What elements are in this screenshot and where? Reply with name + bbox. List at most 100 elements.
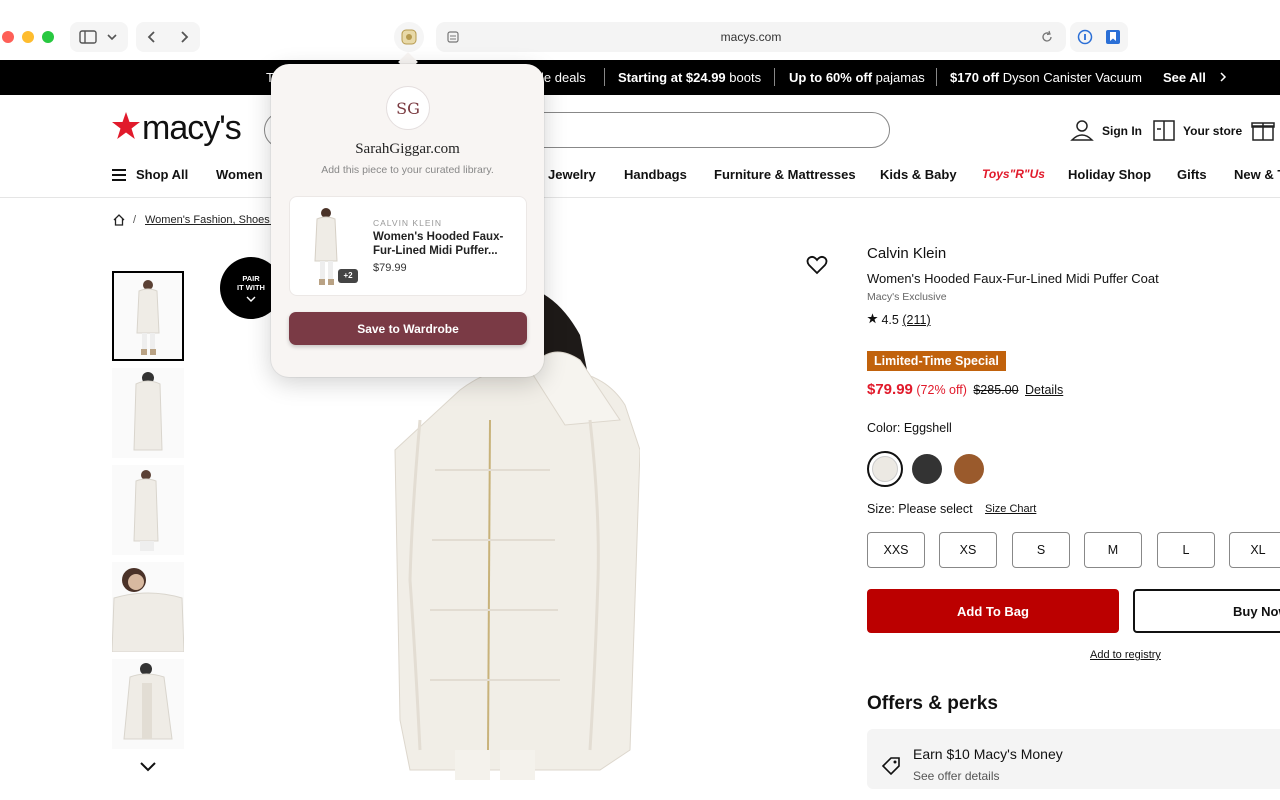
product-thumbnail[interactable]: [112, 659, 184, 749]
promo-boots[interactable]: Starting at $24.99 boots: [618, 70, 761, 85]
size-chart-link[interactable]: Size Chart: [985, 503, 1036, 515]
original-price: $285.00: [973, 383, 1019, 397]
divider: [774, 68, 775, 86]
nav-toysrus-logo[interactable]: Toys"R"Us: [982, 167, 1045, 181]
coat-thumbnail-image: [112, 659, 184, 749]
divider: [604, 68, 605, 86]
swatch-brown[interactable]: [954, 454, 984, 484]
product-rating[interactable]: 4.5 (211): [867, 313, 931, 327]
size-l-button[interactable]: L: [1157, 532, 1215, 568]
preview-product-name: Women's Hooded Faux-Fur-Lined Midi Puffe…: [373, 231, 504, 257]
size-label: Size: Please select: [867, 502, 973, 516]
close-window-button[interactable]: [2, 31, 14, 43]
promo-pajamas[interactable]: Up to 60% off pajamas: [789, 70, 925, 85]
macys-star-icon[interactable]: [111, 111, 141, 141]
review-count-link[interactable]: (211): [902, 313, 930, 327]
store-icon[interactable]: [1152, 118, 1176, 142]
coat-thumbnail-image: [112, 368, 184, 458]
forward-arrow-icon[interactable]: [177, 30, 191, 44]
size-m-button[interactable]: M: [1084, 532, 1142, 568]
back-arrow-icon[interactable]: [145, 30, 159, 44]
heart-icon[interactable]: [806, 255, 828, 275]
preview-brand: CALVIN KLEIN: [373, 218, 443, 228]
breadcrumb-separator: /: [133, 214, 137, 226]
price-row: $79.99 (72% off) $285.00 Details: [867, 381, 1063, 398]
nav-shop-all[interactable]: Shop All: [136, 167, 188, 182]
popover-subtitle: Add this piece to your curated library.: [321, 164, 494, 176]
reload-icon[interactable]: [1040, 30, 1054, 44]
home-icon[interactable]: [112, 213, 126, 227]
sign-in-link[interactable]: Sign In: [1102, 124, 1142, 138]
price-details-link[interactable]: Details: [1025, 383, 1063, 397]
offers-heading: Offers & perks: [867, 693, 998, 714]
user-icon[interactable]: [1070, 118, 1094, 142]
product-thumbnail[interactable]: [112, 368, 184, 458]
nav-women[interactable]: Women: [216, 167, 263, 182]
address-bar[interactable]: macys.com: [436, 22, 1066, 52]
nav-new-trending[interactable]: New & T: [1234, 167, 1280, 182]
promo-vacuum[interactable]: $170 off Dyson Canister Vacuum: [950, 70, 1142, 85]
nav-jewelry[interactable]: Jewelry: [548, 167, 596, 182]
brand-avatar: SG: [386, 86, 430, 130]
bookmark-icon[interactable]: [1105, 29, 1121, 45]
promo-bar: T le deals Starting at $24.99 boots Up t…: [0, 60, 1280, 95]
add-to-registry-link[interactable]: Add to registry: [1090, 649, 1161, 661]
popover-title: SarahGiggar.com: [355, 141, 460, 157]
exclusive-label: Macy's Exclusive: [867, 291, 947, 303]
breadcrumb-link[interactable]: Women's Fashion, Shoes &: [145, 214, 280, 226]
divider: [936, 68, 937, 86]
buy-now-button[interactable]: Buy Now: [1133, 589, 1280, 633]
promo-deals[interactable]: le deals: [541, 70, 586, 85]
chevron-down-icon: [107, 34, 117, 41]
product-name: Women's Hooded Faux-Fur-Lined Midi Puffe…: [867, 271, 1159, 286]
your-store-link[interactable]: Your store: [1183, 124, 1242, 138]
minimize-window-button[interactable]: [22, 31, 34, 43]
browser-toolbar: macys.com: [0, 0, 1280, 60]
tag-icon: [881, 757, 900, 776]
rating-value: 4.5: [881, 313, 899, 327]
swatch-eggshell-color: [872, 456, 898, 482]
product-brand[interactable]: Calvin Klein: [867, 245, 946, 262]
coat-thumbnail-image: [112, 465, 184, 555]
chevron-right-icon: [1219, 72, 1226, 82]
nav-gifts[interactable]: Gifts: [1177, 167, 1207, 182]
size-xs-button[interactable]: XS: [939, 532, 997, 568]
size-s-button[interactable]: S: [1012, 532, 1070, 568]
chevron-down-icon: [246, 296, 256, 302]
macys-logo[interactable]: macy's: [142, 109, 242, 148]
see-all-link[interactable]: See All: [1163, 70, 1228, 85]
color-label: Color: Eggshell: [867, 421, 952, 435]
preview-price: $79.99: [373, 262, 407, 274]
zoom-window-button[interactable]: [42, 31, 54, 43]
extension-icon: [401, 29, 417, 45]
product-thumbnail[interactable]: [112, 465, 184, 555]
nav-handbags[interactable]: Handbags: [624, 167, 687, 182]
coat-thumbnail-image: [112, 562, 184, 652]
nav-kids-baby[interactable]: Kids & Baby: [880, 167, 957, 182]
url-text: macys.com: [720, 30, 782, 44]
size-xl-button[interactable]: XL: [1229, 532, 1280, 568]
star-icon: [867, 313, 878, 324]
password-info-icon[interactable]: [1077, 29, 1093, 45]
swatch-black[interactable]: [912, 454, 942, 484]
save-to-wardrobe-button[interactable]: Save to Wardrobe: [289, 312, 527, 345]
sidebar-toggle-button[interactable]: [70, 22, 128, 52]
size-xxs-button[interactable]: XXS: [867, 532, 925, 568]
extension-button[interactable]: [394, 22, 424, 52]
sale-price: $79.99: [867, 381, 913, 398]
menu-icon[interactable]: [111, 168, 127, 182]
offer-details-link[interactable]: See offer details: [913, 769, 1000, 783]
add-to-bag-button[interactable]: Add To Bag: [867, 589, 1119, 633]
sidebar-icon: [79, 30, 97, 44]
nav-holiday-shop[interactable]: Holiday Shop: [1068, 167, 1151, 182]
history-nav: [136, 22, 200, 52]
gift-icon[interactable]: [1251, 118, 1275, 142]
thumbnails-down-icon[interactable]: [138, 760, 158, 774]
swatch-eggshell[interactable]: [867, 451, 903, 487]
toolbar-extensions: [1070, 22, 1128, 52]
product-thumbnail[interactable]: [112, 271, 184, 361]
offer-title: Earn $10 Macy's Money: [913, 746, 1063, 762]
nav-furniture[interactable]: Furniture & Mattresses: [714, 167, 856, 182]
product-thumbnail[interactable]: [112, 562, 184, 652]
divider: [0, 197, 1280, 198]
